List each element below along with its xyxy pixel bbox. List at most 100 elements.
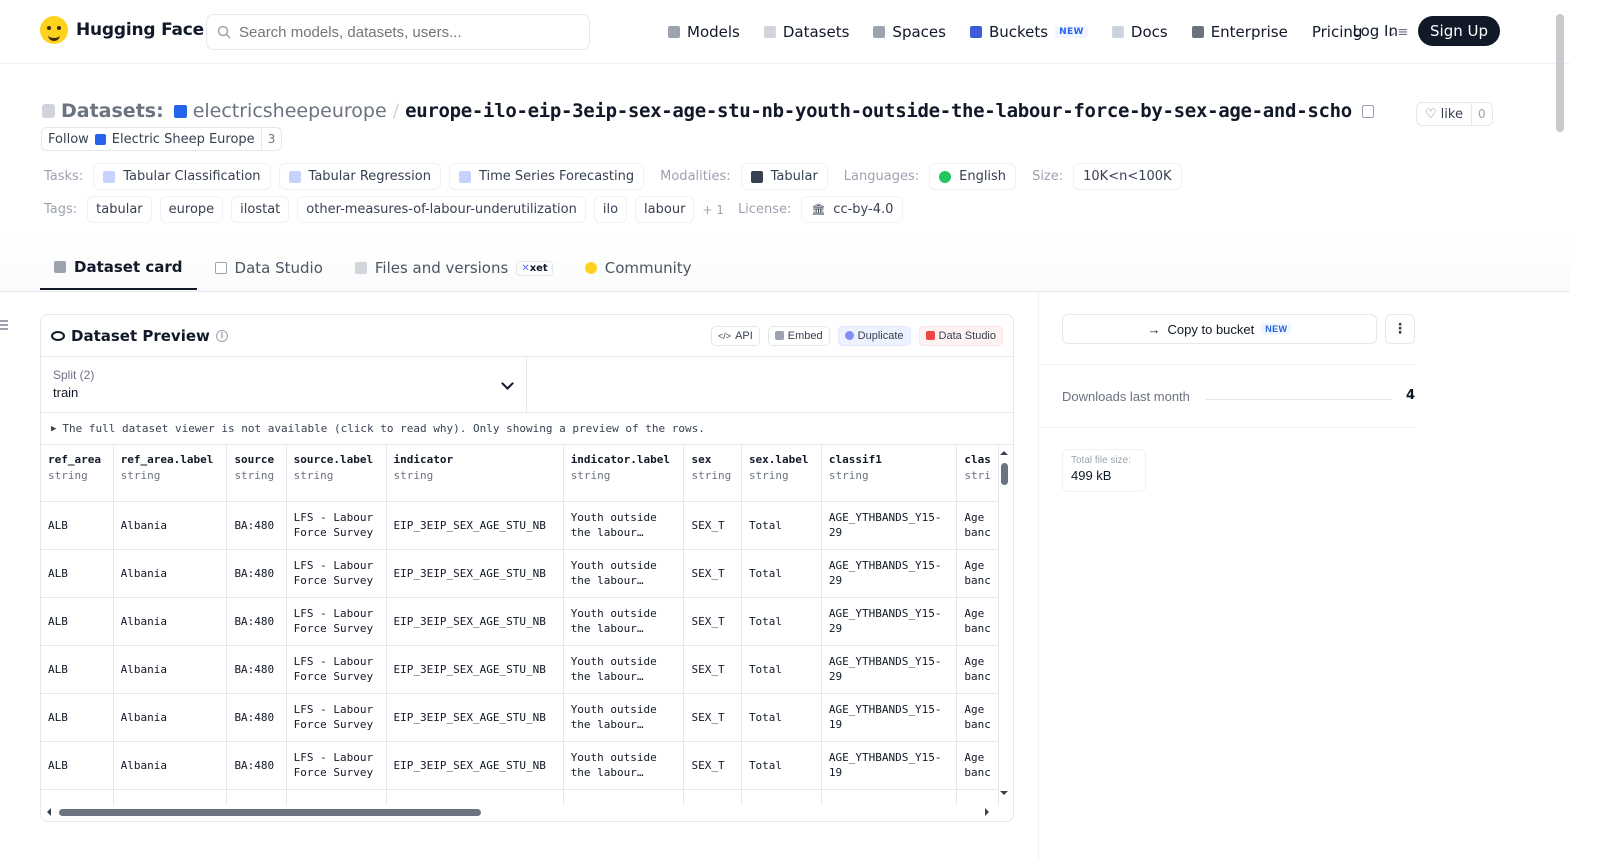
language-chip[interactable]: English (929, 163, 1017, 190)
nav-models[interactable]: Models (668, 23, 740, 41)
tab-community[interactable]: Community (571, 248, 706, 290)
copy-to-bucket-button[interactable]: → Copy to bucket NEW (1062, 314, 1377, 344)
chip-label: Tabular (770, 169, 818, 184)
table-cell: Age banc (956, 501, 999, 550)
table-cell: AGE_YTHBANDS_Y15-29 (821, 549, 958, 598)
table-row[interactable]: ALB Albania BA:480 LFS - Labour Force Surve… (41, 597, 999, 646)
table-row[interactable]: ALB Albania BA:480 LFS - Labour Force Surve… (41, 741, 999, 790)
tag-chip[interactable]: other-measures-of-labour-underutilizatio… (297, 196, 586, 223)
horizontal-scrollbar[interactable] (59, 809, 481, 816)
tag-chip[interactable]: ilostat (231, 196, 290, 223)
scroll-up-icon[interactable] (1000, 447, 1008, 455)
like-button[interactable]: ♡ like (1417, 103, 1472, 125)
api-button[interactable]: </> API (711, 325, 760, 346)
data-studio-button[interactable]: Data Studio (918, 325, 1003, 346)
tabular-regression-icon (288, 170, 301, 183)
main-nav: Models Datasets Spaces Buckets NEW Docs E… (668, 0, 1408, 64)
table-cell: EIP_3EIP_SEX_AGE_STU_NB (386, 549, 564, 598)
tab-dataset-card[interactable]: Dataset card (40, 248, 197, 290)
signup-button[interactable]: Sign Up (1418, 16, 1500, 46)
column-name: indicator (393, 453, 454, 466)
column-header[interactable]: source.label string (286, 445, 387, 502)
org-link[interactable]: electricsheepeurope (193, 100, 387, 122)
table-cell: Age banc (956, 693, 999, 742)
tags-label: Tags: (44, 202, 78, 217)
table-row[interactable]: ALB Albania BA:480 LFS - Labour Force Surve… (41, 645, 999, 694)
repo-name[interactable]: europe-ilo-eip-3eip-sex-age-stu-nb-youth… (405, 100, 1352, 122)
column-header[interactable]: sex string (683, 445, 742, 502)
data-studio-icon (925, 331, 935, 340)
nav-spaces[interactable]: Spaces (873, 23, 946, 41)
nav-datasets[interactable]: Datasets (763, 23, 849, 41)
column-header[interactable]: indicator.label string (563, 445, 685, 502)
column-header[interactable]: classif1 string (821, 445, 958, 502)
scroll-down-icon[interactable] (1000, 791, 1008, 799)
column-header[interactable]: indicator string (386, 445, 564, 502)
table-row[interactable]: ALB Albania BA:480 LFS - Labour Force Surve… (41, 693, 999, 742)
tag-chip[interactable]: ilo (593, 196, 628, 223)
table-cell: EIP_3EIP_SEX_AGE_STU_NB (386, 645, 564, 694)
nav-buckets[interactable]: Buckets NEW (969, 23, 1088, 41)
size-label: Size: (1032, 169, 1064, 184)
info-icon[interactable]: i (215, 329, 228, 342)
size-chip[interactable]: 10K<n<100K (1073, 163, 1182, 190)
split-row: Split (2) train (41, 357, 1013, 413)
tag-chip[interactable]: labour (635, 196, 695, 223)
table-cell (41, 789, 114, 805)
logo[interactable]: Hugging Face (40, 16, 204, 44)
task-chip[interactable]: Tabular Regression (278, 163, 441, 190)
nav-enterprise[interactable]: Enterprise (1191, 23, 1288, 41)
page-scrollbar[interactable] (1556, 14, 1564, 132)
search-input[interactable] (239, 23, 559, 41)
split-select[interactable]: Split (2) train (41, 357, 527, 412)
copy-icon[interactable] (1361, 104, 1374, 118)
scroll-right-icon[interactable] (985, 808, 993, 816)
duplicate-button[interactable]: Duplicate (837, 325, 911, 346)
tab-label: Dataset card (74, 258, 183, 276)
column-name: sex (691, 453, 712, 466)
modalities-label: Modalities: (660, 169, 731, 184)
bank-icon: 🏛 (811, 203, 826, 216)
org-avatar-icon (94, 133, 106, 145)
viewer-notice[interactable]: ▶ The full dataset viewer is not availab… (41, 413, 1013, 445)
xet-badge: ✕xet (516, 260, 553, 276)
login-button[interactable]: Log In (1347, 17, 1405, 45)
column-name: ref_area (48, 453, 101, 466)
search-box[interactable] (206, 14, 590, 50)
nav-docs[interactable]: Docs (1111, 23, 1168, 41)
vertical-scrollbar[interactable] (1001, 463, 1008, 485)
table-row[interactable]: ALB Albania BA:480 LFS - Labour Force Surve… (41, 549, 999, 598)
column-header[interactable]: ref_area string (41, 445, 114, 502)
follow-label: Follow (48, 131, 89, 147)
column-header[interactable]: ref_area.label string (113, 445, 228, 502)
task-chip[interactable]: Tabular Classification (93, 163, 271, 190)
follow-org: Electric Sheep Europe (111, 131, 255, 147)
column-header[interactable]: sex.label string (741, 445, 822, 502)
scroll-left-icon[interactable] (43, 808, 51, 816)
community-icon (584, 262, 597, 274)
more-tags[interactable]: + 1 (702, 203, 724, 217)
modality-chip[interactable]: Tabular (740, 163, 828, 190)
table-cell: BA:480 (226, 741, 287, 790)
table-cell: AGE_YTHBANDS_Y15-29 (821, 645, 958, 694)
column-type: string (120, 469, 161, 482)
toc-toggle-icon[interactable] (0, 320, 8, 330)
table-row[interactable]: LFS - Labour Youth outside AGE_YTHBANDS_Y1… (41, 789, 999, 805)
table-cell: ALB (41, 693, 114, 742)
more-options-button[interactable]: ⋮ (1385, 314, 1415, 344)
table-cell: Total (741, 501, 822, 550)
tab-data-studio[interactable]: Data Studio (201, 248, 337, 290)
task-chip[interactable]: Time Series Forecasting (448, 163, 645, 190)
table-row[interactable]: ALB Albania BA:480 LFS - Labour Force Surve… (41, 501, 999, 550)
tag-chip[interactable]: tabular (87, 196, 152, 223)
column-header[interactable]: source string (226, 445, 287, 502)
table-icon (214, 262, 227, 274)
license-chip[interactable]: 🏛 cc-by-4.0 (801, 196, 904, 223)
tab-files-and-versions[interactable]: Files and versions ✕xet (341, 248, 567, 290)
tabular-icon (750, 170, 763, 183)
embed-button[interactable]: Embed (767, 325, 830, 346)
column-header[interactable]: clas stri (956, 445, 999, 502)
follow-button[interactable]: Follow Electric Sheep Europe (42, 128, 262, 150)
column-type: string (570, 469, 611, 482)
tag-chip[interactable]: europe (159, 196, 224, 223)
